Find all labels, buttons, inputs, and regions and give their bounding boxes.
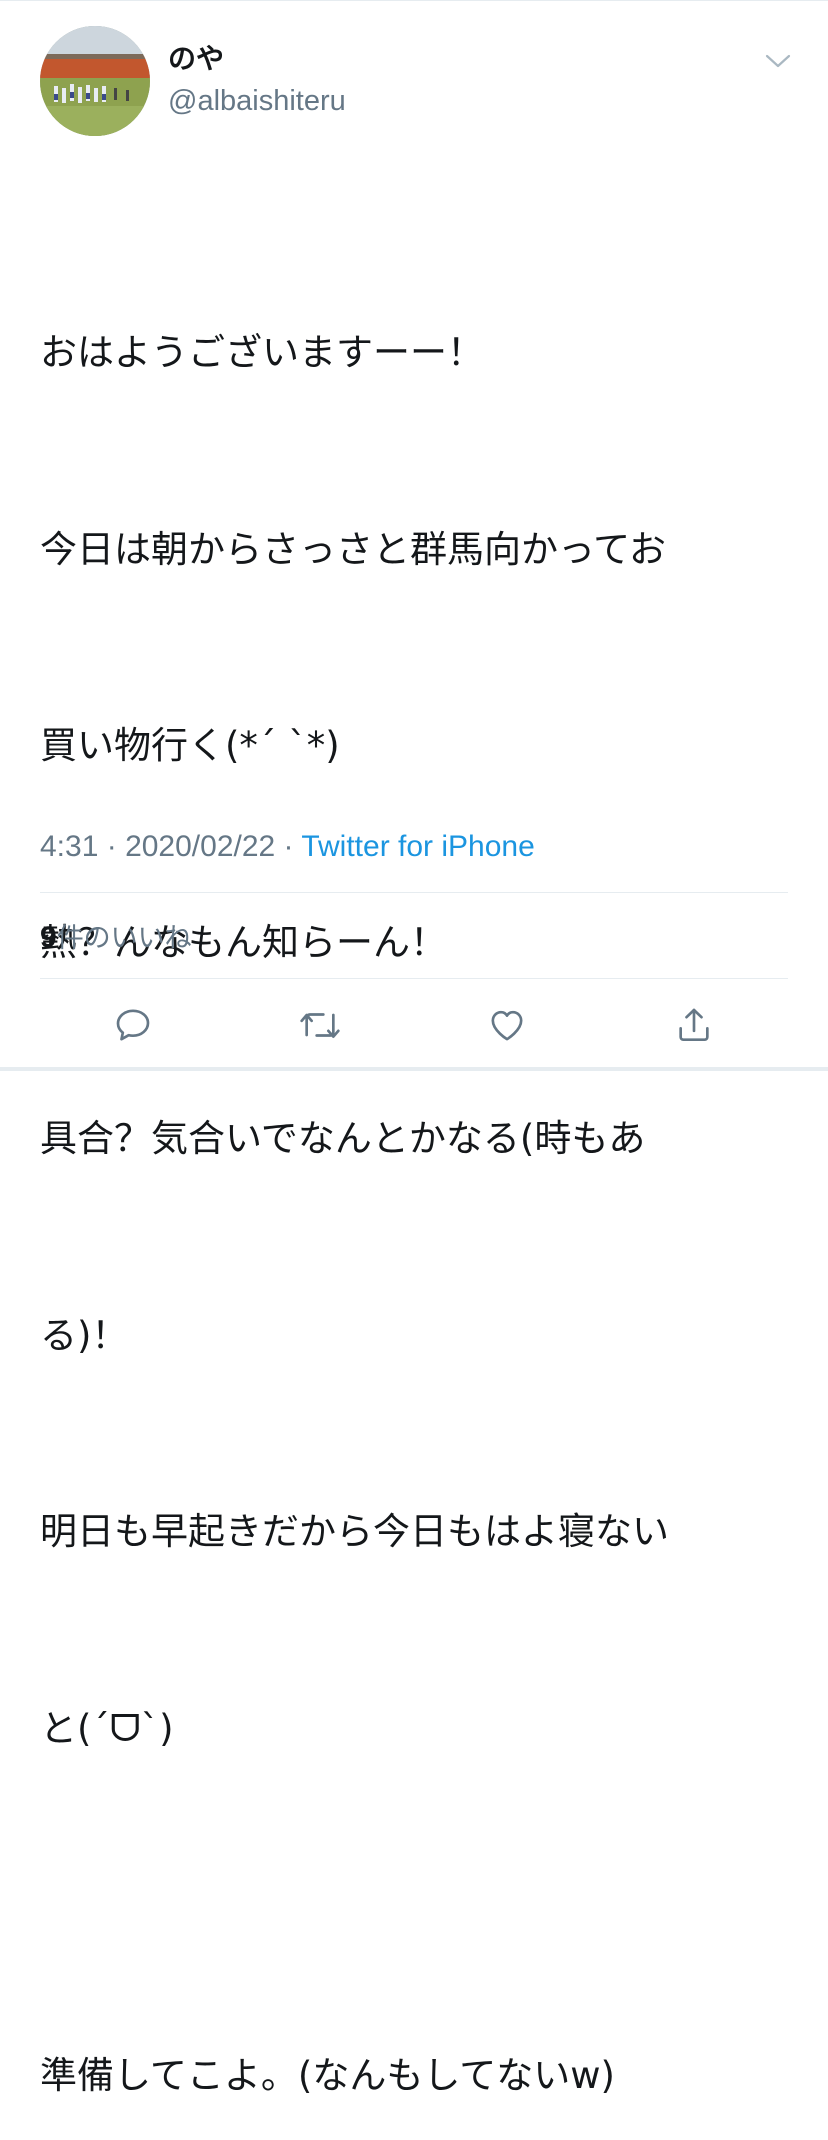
tweet-text-line: る)！	[40, 1313, 129, 1357]
chevron-down-icon	[765, 54, 791, 68]
tweet-text: おはようございますーー！ 今日は朝からさっさと群馬向かってお 買い物行く(*´ …	[40, 189, 790, 2140]
tweet-text-line: 準備してこよ。(なんもしてないw)	[40, 2054, 615, 2097]
display-name[interactable]: のや	[168, 41, 224, 77]
tweet-source-link[interactable]: Twitter for iPhone	[301, 830, 534, 863]
retweet-button[interactable]	[296, 1001, 344, 1049]
avatar-image	[40, 26, 150, 136]
meta-separator: ·	[98, 830, 126, 863]
tweet-text-line: と(´ᗜ`)	[40, 1706, 174, 1750]
tweet-detail: のや @albaishiteru おはようございますーー！ 今日は朝からさっさと…	[0, 0, 828, 2097]
user-handle[interactable]: @albaishiteru	[168, 83, 346, 119]
tweet-time[interactable]: 4:31	[40, 830, 98, 863]
tweet-text-line: 具合？気合いでなんとかなる(時もあ	[40, 1117, 646, 1160]
divider	[40, 978, 788, 979]
likes-summary[interactable]: 9件のいいね	[40, 919, 192, 958]
tweet-text-line: おはようございますーー！	[40, 331, 484, 374]
likes-label: 件のいいね	[56, 923, 192, 954]
tweet-metadata: 4:31 · 2020/02/22 · Twitter for iPhone	[40, 827, 535, 867]
tweet-text-line: 明日も早起きだから今日もはよ寝ない	[40, 1510, 669, 1553]
more-options-button[interactable]	[762, 47, 794, 75]
tweet-date[interactable]: 2020/02/22	[125, 830, 275, 863]
share-button[interactable]	[670, 1001, 718, 1049]
retweet-icon	[300, 1013, 340, 1038]
bottom-border	[0, 1067, 828, 1071]
meta-separator: ·	[275, 830, 302, 863]
likes-count: 9	[40, 921, 57, 954]
share-icon	[679, 1008, 709, 1041]
divider	[40, 892, 788, 893]
reply-icon	[116, 1009, 150, 1041]
tweet-text-line: 今日は朝からさっさと群馬向かってお	[40, 527, 667, 571]
like-button[interactable]	[483, 1001, 531, 1049]
heart-icon	[491, 1010, 523, 1041]
tweet-text-line: 買い物行く(*´ `*)	[40, 724, 340, 767]
avatar[interactable]	[40, 26, 150, 136]
reply-button[interactable]	[109, 1001, 157, 1049]
